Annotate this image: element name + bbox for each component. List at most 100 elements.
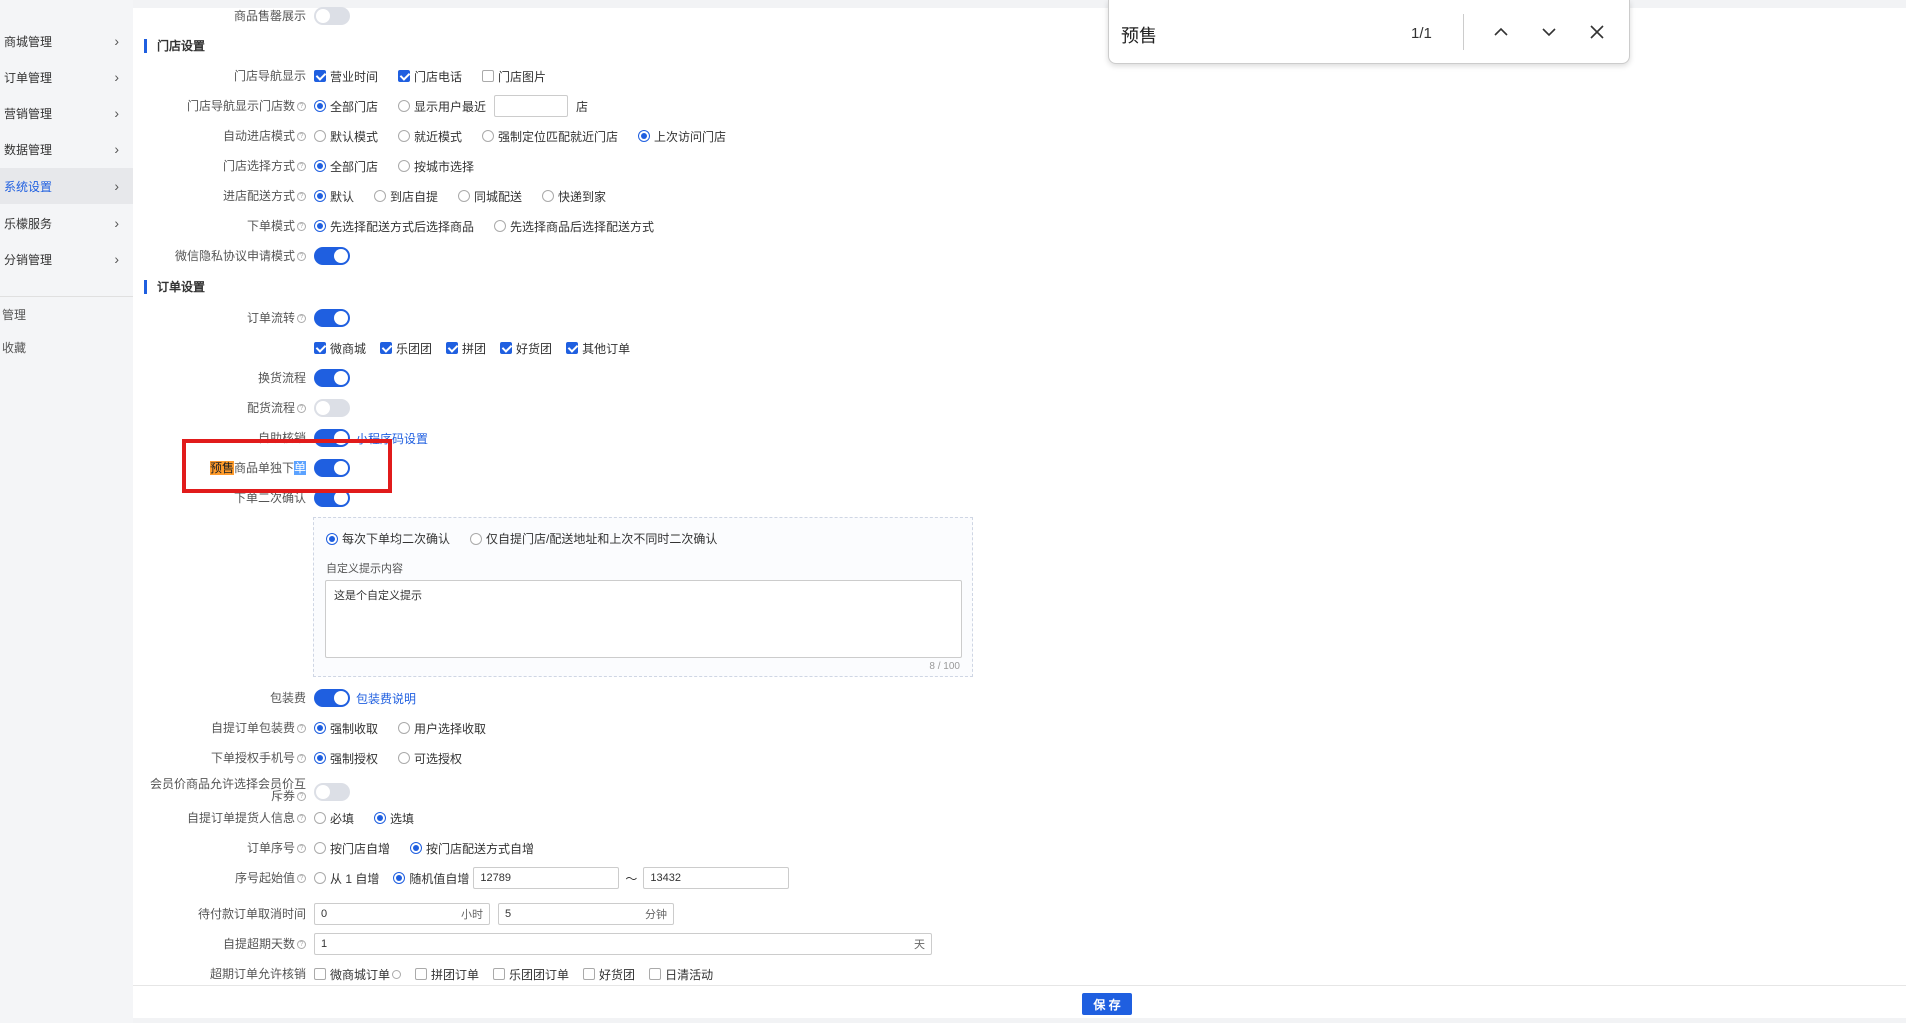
radio-force-auth[interactable]: 强制授权 (314, 750, 378, 767)
row-seq-start: 序号起始值? 从 1 自增 随机值自增 12789 〜 13432 (0, 866, 1100, 890)
packing-fee-link[interactable]: 包装费说明 (356, 690, 416, 707)
radio-last-visited[interactable]: 上次访问门店 (638, 128, 726, 145)
radio-default-mode[interactable]: 默认模式 (314, 128, 378, 145)
checkbox-weishop[interactable]: 微商城 (314, 340, 366, 357)
char-counter: 8 / 100 (929, 661, 960, 672)
close-icon (1590, 25, 1604, 39)
radio-user-charge[interactable]: 用户选择收取 (398, 720, 486, 737)
find-next-button[interactable] (1535, 18, 1563, 46)
sidebar-divider (0, 296, 133, 297)
help-icon[interactable]: ? (297, 132, 306, 142)
row-exchange: 换货流程 (0, 366, 1100, 390)
checkbox-overdue-haohuotuan[interactable]: 好货团 (583, 966, 635, 983)
radio-always-confirm[interactable]: 每次下单均二次确认 (326, 530, 450, 547)
radio-delivery-default[interactable]: 默认 (314, 188, 354, 205)
help-icon[interactable]: ? (297, 404, 306, 414)
radio-express[interactable]: 快递到家 (542, 188, 606, 205)
sold-out-toggle[interactable] (314, 7, 350, 25)
radio-all-stores[interactable]: 全部门店 (314, 98, 378, 115)
cancel-minutes-input[interactable]: 5 分钟 (498, 903, 674, 925)
row-order-flow: 订单流转? (0, 306, 1100, 330)
store-section-title: 门店设置 (144, 39, 205, 53)
checkbox-overdue-daily[interactable]: 日清活动 (649, 966, 713, 983)
row-packing-fee: 包装费 包装费说明 (269, 689, 417, 707)
help-icon[interactable]: ? (297, 252, 306, 262)
row-order-mode: 下单模式? 先选择配送方式后选择商品 先选择商品后选择配送方式 (246, 218, 655, 235)
footer-divider (133, 985, 1906, 986)
checkbox-overdue-letuantuan[interactable]: 乐团团订单 (493, 966, 569, 983)
help-icon[interactable]: ? (297, 814, 306, 824)
checkbox-hours[interactable]: 营业时间 (314, 68, 378, 85)
radio-store-pickup[interactable]: 到店自提 (374, 188, 438, 205)
find-input[interactable]: 预售 (1121, 22, 1157, 48)
save-button[interactable]: 保 存 (1082, 993, 1132, 1015)
help-icon[interactable]: ? (297, 222, 306, 232)
row-pickup-info: 自提订单提货人信息? 必填 选填 (186, 810, 415, 827)
radio-delivery-first[interactable]: 先选择配送方式后选择商品 (314, 218, 474, 235)
seq-from-input[interactable]: 12789 (473, 867, 620, 889)
row-overdue-verify: 超期订单允许核销 微商城订单 拼团订单 乐团团订单 好货团 日清活动 (209, 966, 714, 983)
help-icon[interactable]: ? (297, 844, 306, 854)
packing-fee-toggle[interactable] (314, 689, 350, 707)
checkbox-photo[interactable]: 门店图片 (482, 68, 546, 85)
help-icon[interactable]: ? (297, 874, 306, 884)
checkbox-phone[interactable]: 门店电话 (398, 68, 462, 85)
row-nav-display: 门店导航显示 营业时间 门店电话 门店图片 (233, 68, 547, 85)
row-sold-out-display: 商品售罄展示 (0, 4, 1100, 28)
row-pickup-days: 自提超期天数? 1天 (0, 932, 1100, 956)
seq-to-input[interactable]: 13432 (643, 867, 790, 889)
radio-confirm-if-changed[interactable]: 仅自提门店/配送地址和上次不同时二次确认 (470, 530, 717, 547)
find-close-button[interactable] (1583, 18, 1611, 46)
radio-nearest[interactable]: 显示用户最近 (398, 98, 486, 115)
checkbox-haohuotuan[interactable]: 好货团 (500, 340, 552, 357)
exchange-toggle[interactable] (314, 369, 350, 387)
radio-local-delivery[interactable]: 同城配送 (458, 188, 522, 205)
radio-product-first[interactable]: 先选择商品后选择配送方式 (494, 218, 654, 235)
checkbox-overdue-weishop[interactable]: 微商城订单 (314, 966, 402, 983)
help-icon[interactable]: ? (297, 940, 306, 950)
help-icon[interactable]: ? (297, 754, 306, 764)
row-pickup-packing: 自提订单包装费? 强制收取 用户选择收取 (210, 720, 487, 737)
pickup-days-input[interactable]: 1天 (314, 933, 932, 955)
radio-by-city[interactable]: 按城市选择 (398, 158, 474, 175)
distribution-toggle[interactable] (314, 399, 350, 417)
privacy-toggle[interactable] (314, 247, 350, 265)
order-flow-toggle[interactable] (314, 309, 350, 327)
radio-forced-location[interactable]: 强制定位匹配就近门店 (482, 128, 618, 145)
help-icon[interactable]: ? (297, 724, 306, 734)
radio-optional[interactable]: 选填 (374, 810, 414, 827)
radio-nearby-mode[interactable]: 就近模式 (398, 128, 462, 145)
row-order-seq: 订单序号? 按门店自增 按门店配送方式自增 (246, 840, 535, 857)
radio-optional-auth[interactable]: 可选授权 (398, 750, 462, 767)
row-second-confirm: 下单二次确认 (0, 486, 1100, 510)
help-icon[interactable]: ? (297, 162, 306, 172)
radio-required[interactable]: 必填 (314, 810, 354, 827)
radio-random[interactable]: 随机值自增 (393, 870, 469, 887)
checkbox-letuantuan[interactable]: 乐团团 (380, 340, 432, 357)
radio-from-one[interactable]: 从 1 自增 (314, 870, 379, 887)
radio-seq-by-delivery[interactable]: 按门店配送方式自增 (410, 840, 534, 857)
help-icon[interactable]: ? (297, 314, 306, 324)
row-member-price: 会员价商品允许选择会员价互 斥券? (0, 776, 1100, 808)
help-icon[interactable]: ? (297, 192, 306, 202)
sidebar-item-mall[interactable]: 商城管理 › (0, 23, 133, 59)
cancel-hours-input[interactable]: 0 小时 (314, 903, 490, 925)
custom-prompt-label: 自定义提示内容 (326, 563, 403, 575)
help-icon[interactable]: ? (297, 102, 306, 112)
custom-prompt-textarea[interactable]: 这是个自定义提示 (325, 580, 962, 658)
checkbox-other-orders[interactable]: 其他订单 (566, 340, 630, 357)
radio-seq-by-store[interactable]: 按门店自增 (314, 840, 390, 857)
nearest-count-input[interactable] (494, 95, 569, 117)
radio-all-stores-select[interactable]: 全部门店 (314, 158, 378, 175)
checkbox-overdue-group[interactable]: 拼团订单 (415, 966, 479, 983)
chevron-down-icon (1542, 28, 1556, 37)
checkbox-group-buy[interactable]: 拼团 (446, 340, 486, 357)
find-previous-button[interactable] (1487, 18, 1515, 46)
order-section-title: 订单设置 (144, 280, 205, 294)
help-icon[interactable] (392, 969, 402, 979)
member-price-toggle[interactable] (314, 783, 350, 801)
row-order-flow-options: 微商城 乐团团 拼团 好货团 其他订单 (0, 336, 1100, 360)
help-icon[interactable]: ? (297, 792, 306, 802)
row-phone-auth: 下单授权手机号? 强制授权 可选授权 (210, 750, 463, 767)
radio-force-charge[interactable]: 强制收取 (314, 720, 378, 737)
